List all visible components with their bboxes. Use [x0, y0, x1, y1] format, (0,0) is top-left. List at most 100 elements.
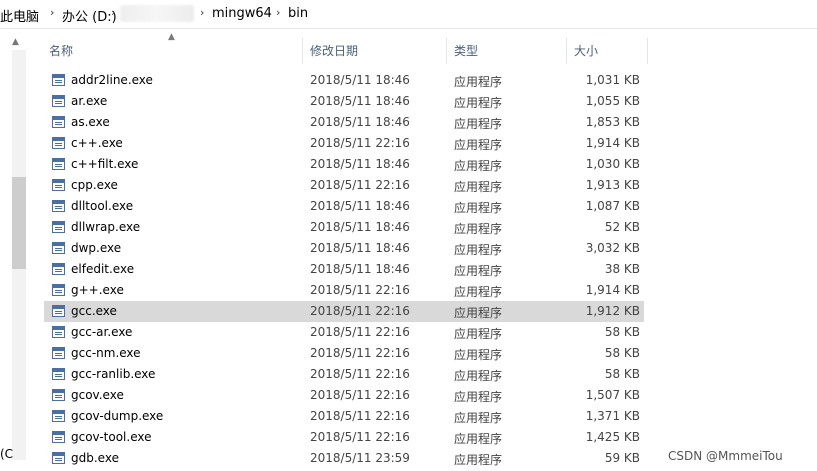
nav-scrollbar-thumb[interactable]	[12, 177, 26, 269]
file-modified-date: 2018/5/11 18:46	[310, 73, 410, 87]
breadcrumb-this-pc[interactable]: 此电脑	[0, 6, 39, 25]
file-type: 应用程序	[454, 285, 503, 299]
file-type: 应用程序	[454, 264, 503, 278]
file-size: 58 KB	[604, 325, 640, 339]
file-modified-date: 2018/5/11 18:46	[310, 262, 410, 276]
column-divider[interactable]	[446, 38, 447, 64]
file-modified-date: 2018/5/11 22:16	[310, 430, 410, 444]
file-row[interactable]: gcc.exe 2018/5/11 22:16 应用程序 1,912 KB	[44, 301, 644, 322]
file-type: 应用程序	[454, 159, 503, 173]
file-modified-date: 2018/5/11 23:59	[310, 451, 410, 465]
breadcrumb-mingw64[interactable]: mingw64	[212, 6, 272, 21]
breadcrumb-separator[interactable]: ›	[276, 6, 280, 19]
file-type: 应用程序	[454, 453, 503, 467]
file-size: 58 KB	[604, 367, 640, 381]
column-header-date[interactable]: 修改日期	[310, 42, 358, 59]
file-row[interactable]: g++.exe 2018/5/11 22:16 应用程序 1,914 KB	[44, 280, 644, 301]
file-size: 1,914 KB	[585, 283, 640, 297]
column-header-type[interactable]: 类型	[454, 42, 478, 59]
file-name: dlltool.exe	[71, 199, 134, 213]
file-name: dwp.exe	[71, 241, 122, 255]
file-row[interactable]: cpp.exe 2018/5/11 22:16 应用程序 1,913 KB	[44, 175, 644, 196]
file-type: 应用程序	[454, 432, 503, 446]
file-row[interactable]: gdb.exe 2018/5/11 23:59 应用程序 59 KB	[44, 448, 644, 469]
file-modified-date: 2018/5/11 18:46	[310, 199, 410, 213]
file-type: 应用程序	[454, 369, 503, 383]
file-size: 52 KB	[604, 220, 640, 234]
exe-file-icon	[52, 158, 65, 170]
exe-file-icon	[52, 95, 65, 107]
file-type: 应用程序	[454, 243, 503, 257]
column-divider[interactable]	[566, 38, 567, 64]
file-type: 应用程序	[454, 306, 503, 320]
file-row[interactable]: gcc-nm.exe 2018/5/11 22:16 应用程序 58 KB	[44, 343, 644, 364]
watermark: CSDN @MmmeiTou	[668, 449, 783, 463]
file-row[interactable]: gcc-ar.exe 2018/5/11 22:16 应用程序 58 KB	[44, 322, 644, 343]
file-modified-date: 2018/5/11 22:16	[310, 178, 410, 192]
file-name: c++.exe	[71, 136, 123, 150]
file-row[interactable]: gcc-ranlib.exe 2018/5/11 22:16 应用程序 58 KB	[44, 364, 644, 385]
exe-file-icon	[52, 389, 65, 401]
file-size: 1,031 KB	[585, 73, 640, 87]
exe-file-icon	[52, 221, 65, 233]
file-size: 1,055 KB	[585, 94, 640, 108]
exe-file-icon	[52, 368, 65, 380]
file-row[interactable]: ar.exe 2018/5/11 18:46 应用程序 1,055 KB	[44, 91, 644, 112]
file-row[interactable]: as.exe 2018/5/11 18:46 应用程序 1,853 KB	[44, 112, 644, 133]
file-row[interactable]: gcov-tool.exe 2018/5/11 22:16 应用程序 1,425 KB	[44, 427, 644, 448]
file-type: 应用程序	[454, 327, 503, 341]
file-size: 1,087 KB	[585, 199, 640, 213]
file-size: 3,032 KB	[585, 241, 640, 255]
exe-file-icon	[52, 452, 65, 464]
file-row[interactable]: gcov-dump.exe 2018/5/11 22:16 应用程序 1,371 KB	[44, 406, 644, 427]
file-size: 1,507 KB	[585, 388, 640, 402]
file-type: 应用程序	[454, 348, 503, 362]
sort-ascending-icon: ▲	[168, 32, 175, 42]
file-name: gdb.exe	[71, 451, 119, 465]
file-name: gcc-ar.exe	[71, 325, 133, 339]
file-row[interactable]: dlltool.exe 2018/5/11 18:46 应用程序 1,087 KB	[44, 196, 644, 217]
file-row[interactable]: gcov.exe 2018/5/11 22:16 应用程序 1,507 KB	[44, 385, 644, 406]
file-modified-date: 2018/5/11 22:16	[310, 367, 410, 381]
file-size: 58 KB	[604, 346, 640, 360]
file-name: addr2line.exe	[71, 73, 153, 87]
file-type: 应用程序	[454, 201, 503, 215]
file-type: 应用程序	[454, 117, 503, 131]
breadcrumb-separator[interactable]: ›	[50, 6, 54, 19]
exe-file-icon	[52, 116, 65, 128]
file-modified-date: 2018/5/11 18:46	[310, 157, 410, 171]
breadcrumb-separator[interactable]: ›	[111, 6, 115, 19]
address-bar[interactable]: 此电脑 › 办公 (D:) › › mingw64 › bin	[0, 0, 817, 29]
file-name: g++.exe	[71, 283, 124, 297]
file-name: ar.exe	[71, 94, 108, 108]
file-modified-date: 2018/5/11 18:46	[310, 115, 410, 129]
file-row[interactable]: addr2line.exe 2018/5/11 18:46 应用程序 1,031 KB	[44, 70, 644, 91]
exe-file-icon	[52, 305, 65, 317]
file-modified-date: 2018/5/11 22:16	[310, 283, 410, 297]
file-row[interactable]: dwp.exe 2018/5/11 18:46 应用程序 3,032 KB	[44, 238, 644, 259]
file-row[interactable]: dllwrap.exe 2018/5/11 18:46 应用程序 52 KB	[44, 217, 644, 238]
exe-file-icon	[52, 137, 65, 149]
file-size: 38 KB	[604, 262, 640, 276]
file-row[interactable]: c++filt.exe 2018/5/11 18:46 应用程序 1,030 KB	[44, 154, 644, 175]
file-type: 应用程序	[454, 180, 503, 194]
exe-file-icon	[52, 410, 65, 422]
exe-file-icon	[52, 263, 65, 275]
column-divider[interactable]	[302, 38, 303, 64]
scroll-up-icon[interactable]: ▲	[12, 37, 19, 47]
file-type: 应用程序	[454, 75, 503, 89]
file-list: addr2line.exe 2018/5/11 18:46 应用程序 1,031 KB…	[44, 70, 644, 469]
breadcrumb-drive-d[interactable]: 办公 (D:)	[62, 6, 117, 25]
file-type: 应用程序	[454, 96, 503, 110]
column-header-size[interactable]: 大小	[574, 42, 598, 59]
file-modified-date: 2018/5/11 18:46	[310, 220, 410, 234]
column-header-name[interactable]: 名称	[49, 42, 73, 59]
file-row[interactable]: c++.exe 2018/5/11 22:16 应用程序 1,914 KB	[44, 133, 644, 154]
file-row[interactable]: elfedit.exe 2018/5/11 18:46 应用程序 38 KB	[44, 259, 644, 280]
breadcrumb-bin[interactable]: bin	[288, 6, 308, 21]
nav-pane-clipped-label[interactable]: (C	[0, 447, 13, 461]
file-modified-date: 2018/5/11 18:46	[310, 241, 410, 255]
column-divider[interactable]	[647, 38, 648, 64]
file-name: as.exe	[71, 115, 110, 129]
breadcrumb-separator[interactable]: ›	[200, 6, 204, 19]
